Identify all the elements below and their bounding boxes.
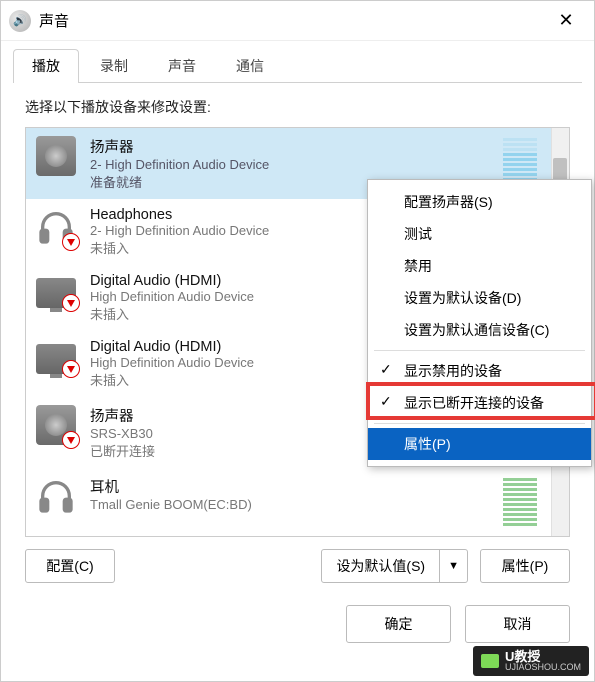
watermark: U教授 UJIAOSHOU.COM: [473, 646, 589, 676]
context-menu-item[interactable]: 设置为默认通信设备(C): [368, 314, 591, 346]
properties-button[interactable]: 属性(P): [480, 549, 570, 583]
context-menu-item[interactable]: 配置扬声器(S): [368, 186, 591, 218]
tab-recording[interactable]: 录制: [81, 49, 147, 82]
ok-button[interactable]: 确定: [346, 605, 451, 643]
error-badge-icon: [62, 294, 80, 312]
watermark-url: UJIAOSHOU.COM: [505, 663, 581, 672]
titlebar: 🔊 声音 ✕: [1, 1, 594, 41]
monitor-icon: [36, 344, 76, 374]
tab-strip: 播放 录制 声音 通信: [1, 41, 594, 82]
menu-separator: [374, 423, 585, 424]
device-name: 耳机: [90, 476, 541, 497]
context-menu-item[interactable]: 测试: [368, 218, 591, 250]
configure-button[interactable]: 配置(C): [25, 549, 115, 583]
set-default-button[interactable]: 设为默认值(S) ▼: [321, 549, 468, 583]
set-default-chevron-icon[interactable]: ▼: [440, 550, 467, 582]
error-badge-icon: [62, 431, 80, 449]
set-default-label: 设为默认值(S): [322, 550, 440, 582]
headphones-icon: [36, 476, 76, 516]
tab-sounds[interactable]: 声音: [149, 49, 215, 82]
dialog-footer: 确定 取消: [1, 595, 594, 643]
window-title: 声音: [39, 10, 69, 31]
context-menu: 配置扬声器(S)测试禁用设置为默认设备(D)设置为默认通信设备(C) 显示禁用的设…: [367, 179, 592, 467]
monitor-icon: [36, 278, 76, 308]
cancel-button[interactable]: 取消: [465, 605, 570, 643]
speaker-icon: [36, 136, 76, 176]
context-menu-item[interactable]: 显示已断开连接的设备: [368, 387, 591, 419]
context-menu-item[interactable]: 属性(P): [368, 428, 591, 460]
sound-icon: 🔊: [9, 10, 31, 32]
context-menu-item[interactable]: 禁用: [368, 250, 591, 282]
level-meter: [503, 478, 537, 526]
context-menu-item[interactable]: 显示禁用的设备: [368, 355, 591, 387]
menu-separator: [374, 350, 585, 351]
error-badge-icon: [62, 360, 80, 378]
device-row[interactable]: 耳机Tmall Genie BOOM(EC:BD): [26, 468, 551, 524]
context-menu-item[interactable]: 设置为默认设备(D): [368, 282, 591, 314]
tab-playback[interactable]: 播放: [13, 49, 79, 82]
error-badge-icon: [62, 233, 80, 251]
device-sub: 2- High Definition Audio Device: [90, 157, 541, 172]
watermark-icon: [481, 654, 499, 668]
device-info: 耳机Tmall Genie BOOM(EC:BD): [90, 476, 541, 512]
tab-communications[interactable]: 通信: [217, 49, 283, 82]
device-buttons-row: 配置(C) 设为默认值(S) ▼ 属性(P): [1, 537, 594, 595]
close-button[interactable]: ✕: [546, 10, 586, 31]
device-sub: Tmall Genie BOOM(EC:BD): [90, 497, 541, 512]
headphones-icon: [36, 207, 76, 247]
speaker-icon: [36, 405, 76, 445]
device-name: 扬声器: [90, 136, 541, 157]
instruction-text: 选择以下播放设备来修改设置:: [1, 83, 594, 127]
